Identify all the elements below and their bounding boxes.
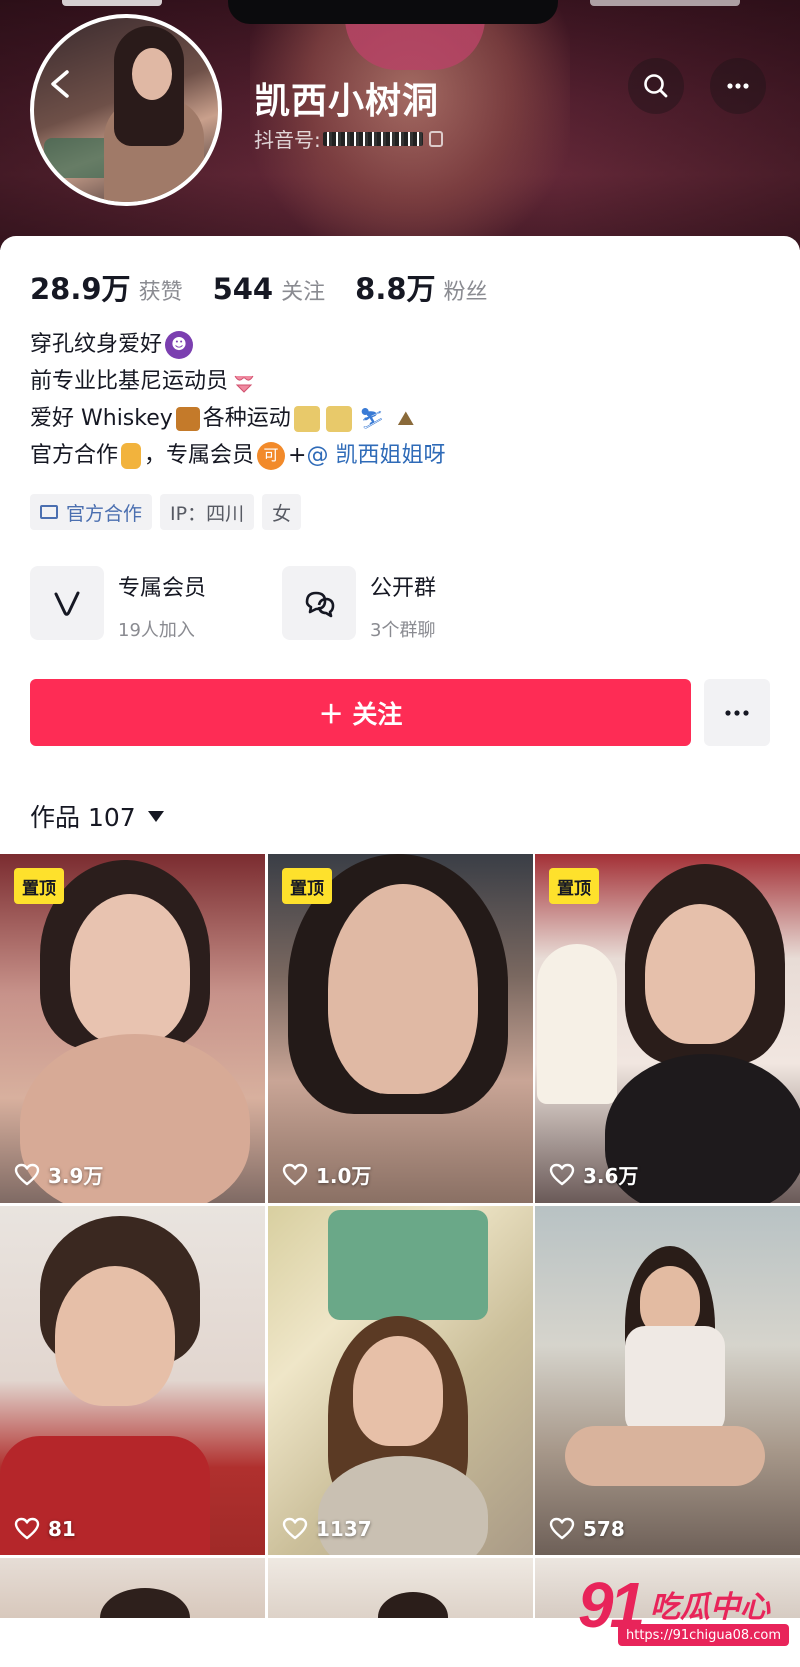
- tag-official-cooperation[interactable]: 官方合作: [30, 494, 153, 530]
- mountain-emoji-icon: ⛰: [397, 406, 415, 430]
- more-actions-button[interactable]: [704, 679, 770, 746]
- feature-subtitle: 19人加入: [118, 620, 195, 641]
- video-tile[interactable]: 1137: [268, 1206, 533, 1555]
- stat-label: 获赞: [138, 280, 183, 305]
- like-count: 1137: [282, 1517, 372, 1541]
- profile-bio: 穿孔纹身爱好 ☻ 前专业比基尼运动员 爱好 Whiskey 各种运动 ⛷ ⛰ 官…: [30, 326, 445, 474]
- site-watermark: 91 吃瓜中心 https://91chigua08.com: [578, 1568, 790, 1650]
- more-icon: [725, 709, 749, 716]
- avatar[interactable]: [30, 14, 222, 206]
- pinned-badge: 置顶: [14, 868, 64, 904]
- profile-tags: 官方合作 IP：四川 女: [30, 494, 302, 530]
- profile-card: 28.9万 获赞 544 关注 8.8万 粉丝 穿孔纹身爱好 ☻ 前专业比基尼运…: [0, 236, 800, 1667]
- tag-ip-location: IP：四川: [160, 494, 255, 530]
- member-emoji-icon: 可: [257, 441, 286, 470]
- video-tile[interactable]: 置顶 1.0万: [268, 854, 533, 1203]
- follow-button[interactable]: ＋ 关注: [30, 679, 691, 746]
- like-count: 578: [549, 1517, 625, 1541]
- stat-number: 8.8万: [355, 272, 436, 306]
- bio-line: 爱好 Whiskey 各种运动 ⛷ ⛰: [30, 400, 445, 437]
- heart-icon: [282, 1163, 308, 1185]
- stat-number: 28.9万: [30, 272, 131, 306]
- douyin-id-label: 抖音号:: [254, 128, 321, 152]
- status-bar-right: [590, 0, 740, 6]
- feature-subtitle: 3个群聊: [370, 620, 436, 641]
- feature-title: 公开群: [370, 576, 437, 601]
- feature-exclusive-member[interactable]: 专属会员 19人加入: [30, 566, 206, 642]
- heart-icon: [549, 1163, 575, 1185]
- more-options-button[interactable]: [710, 58, 766, 114]
- caret-down-icon: [147, 810, 164, 822]
- cooperation-icon: [40, 505, 58, 519]
- copy-icon[interactable]: [428, 130, 443, 147]
- heart-icon: [14, 1163, 40, 1185]
- skiing-emoji-icon: ⛷: [359, 406, 385, 430]
- search-button[interactable]: [628, 58, 684, 114]
- weightlifting-emoji-icon: [293, 405, 320, 432]
- redacted-id: [322, 131, 423, 146]
- back-button[interactable]: [40, 62, 80, 106]
- search-icon: [644, 74, 668, 98]
- video-tile[interactable]: 81: [0, 1206, 265, 1555]
- member-v-icon: [54, 591, 80, 616]
- tag-gender: 女: [262, 494, 302, 530]
- like-count: 3.6万: [549, 1160, 638, 1189]
- pinned-badge: 置顶: [282, 868, 332, 904]
- status-bar-left: [62, 0, 162, 6]
- stat-following[interactable]: 544 关注: [213, 272, 326, 306]
- chevron-left-icon: [51, 70, 69, 98]
- profile-nickname: 凯西小树洞: [254, 81, 440, 122]
- video-tile[interactable]: [268, 1558, 533, 1618]
- heart-icon: [549, 1517, 575, 1540]
- video-tile[interactable]: [0, 1558, 265, 1618]
- bikini-emoji-icon: [231, 369, 257, 395]
- phone-notch: [228, 0, 558, 24]
- whiskey-emoji-icon: [175, 406, 200, 431]
- douyin-id[interactable]: 抖音号:: [254, 124, 443, 153]
- watermark-brand: 吃瓜中心: [650, 1590, 770, 1625]
- like-count: 3.9万: [14, 1160, 103, 1189]
- bio-line: 前专业比基尼运动员: [30, 363, 445, 400]
- bio-line: 穿孔纹身爱好 ☻: [30, 326, 445, 363]
- video-tile[interactable]: 置顶 3.9万: [0, 854, 265, 1203]
- feature-title: 专属会员: [118, 576, 207, 601]
- profile-stats: 28.9万 获赞 544 关注 8.8万 粉丝: [30, 266, 518, 308]
- works-tab[interactable]: 作品 107: [30, 798, 164, 834]
- climbing-emoji-icon: [325, 405, 352, 432]
- mention-link[interactable]: @ 凯西姐姐呀: [306, 437, 445, 474]
- group-chat-icon: [305, 591, 335, 618]
- watermark-url: https://91chigua08.com: [618, 1624, 790, 1646]
- video-tile[interactable]: 置顶 3.6万: [535, 854, 800, 1203]
- stat-followers[interactable]: 8.8万 粉丝: [355, 266, 487, 308]
- bio-line: 官方合作 ，专属会员 可 + @ 凯西姐姐呀: [30, 437, 445, 474]
- stat-likes[interactable]: 28.9万 获赞: [30, 266, 183, 308]
- like-count: 1.0万: [282, 1160, 371, 1189]
- stat-label: 关注: [281, 280, 326, 305]
- like-count: 81: [14, 1517, 76, 1541]
- stat-number: 544: [212, 272, 274, 306]
- more-icon: [727, 83, 749, 89]
- works-count: 作品 107: [30, 803, 136, 832]
- devil-emoji-icon: ☻: [165, 330, 194, 359]
- feature-public-group[interactable]: 公开群 3个群聊: [282, 566, 436, 642]
- pinned-badge: 置顶: [549, 868, 599, 904]
- heart-icon: [282, 1517, 308, 1540]
- heart-icon: [14, 1517, 40, 1540]
- pointing-down-emoji-icon: [121, 442, 142, 469]
- stat-label: 粉丝: [443, 280, 488, 305]
- video-tile[interactable]: 578: [535, 1206, 800, 1555]
